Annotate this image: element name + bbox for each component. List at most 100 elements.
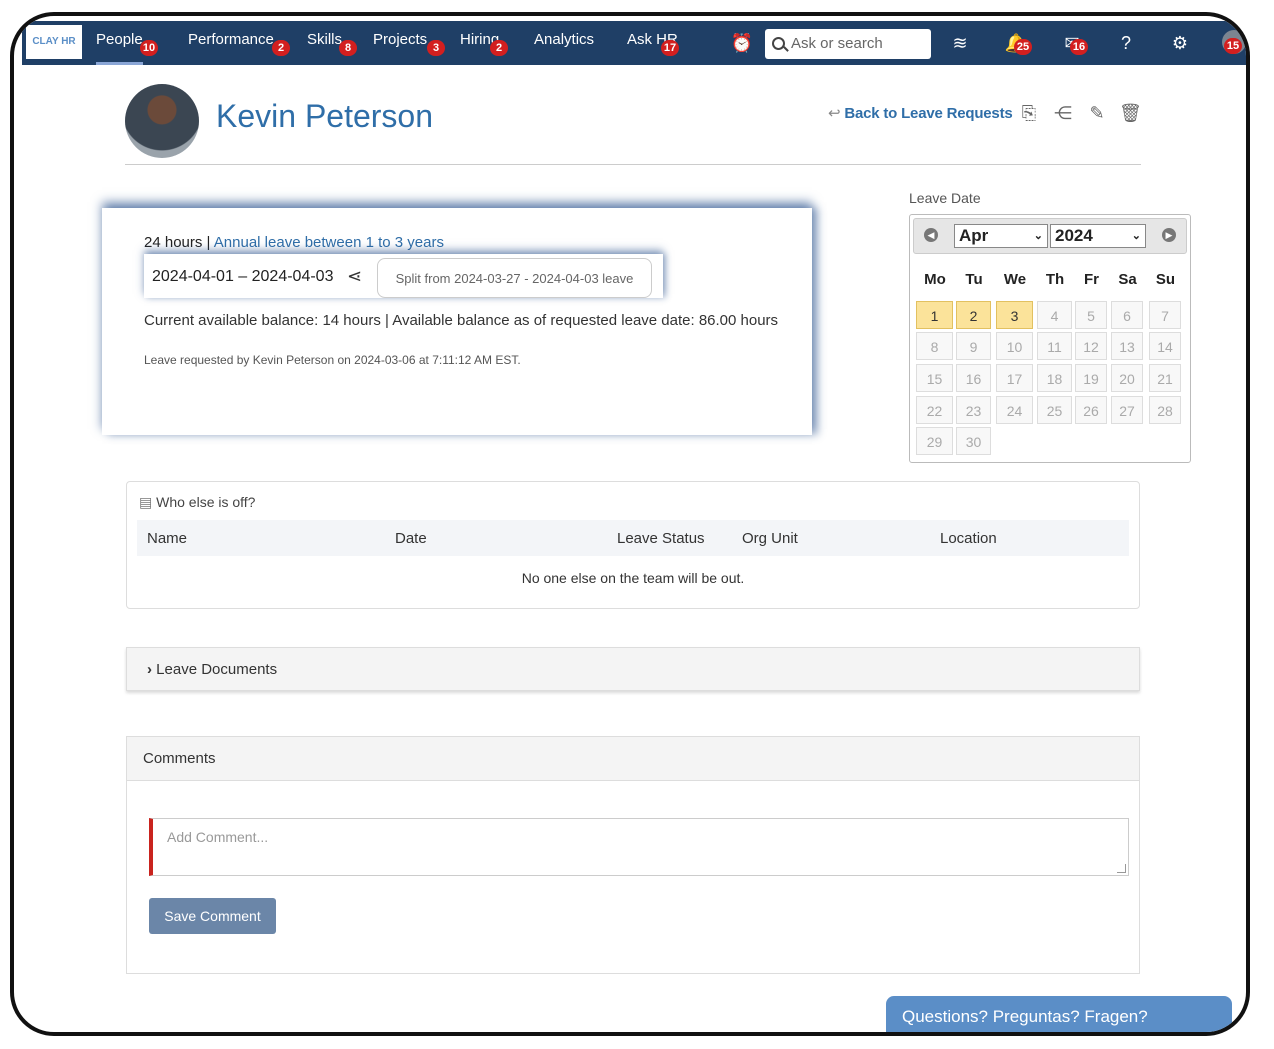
calendar-day[interactable]: 24 [996, 396, 1033, 424]
prev-month-icon[interactable]: ◀ [924, 228, 938, 242]
weekday-header: We [1003, 271, 1027, 288]
employee-name: Kevin Peterson [216, 98, 434, 134]
trash-icon[interactable]: 🗑 [1119, 102, 1142, 124]
calendar-day[interactable]: 12 [1075, 332, 1107, 360]
performance-badge: 2 [272, 40, 290, 56]
nav-skills-label: Skills [307, 31, 343, 48]
calendar-day[interactable]: 14 [1149, 332, 1181, 360]
chevron-right-icon: › [147, 661, 157, 678]
calendar-day[interactable]: 3 [996, 301, 1033, 329]
nav-hiring[interactable]: Hiring 2 [460, 21, 508, 65]
calendar-day[interactable]: 30 [956, 427, 991, 455]
calendar-day[interactable]: 15 [916, 364, 953, 392]
calendar-day[interactable]: 8 [916, 332, 953, 360]
edit-pencil-icon[interactable]: ✎ [1086, 102, 1108, 124]
leave-hours: 24 hours [144, 234, 203, 251]
column-org-unit: Org Unit [742, 530, 798, 547]
calendar-day[interactable]: 18 [1037, 364, 1072, 392]
calendar-day[interactable]: 6 [1111, 301, 1143, 329]
alarm-clock-icon[interactable]: ⏰ [730, 31, 754, 55]
calendar-day[interactable]: 13 [1111, 332, 1143, 360]
calendar-day[interactable]: 11 [1037, 332, 1072, 360]
weekday-header: Mo [924, 271, 946, 288]
projects-badge: 3 [427, 40, 445, 56]
calendar-day[interactable]: 1 [916, 301, 953, 329]
search-input[interactable]: Ask or search [765, 29, 931, 59]
share-icon[interactable]: ⋲ [1052, 102, 1074, 124]
comments-header: Comments [127, 737, 1139, 781]
leave-documents-toggle[interactable]: › Leave Documents [126, 647, 1140, 691]
who-else-off-panel: ▤ Who else is off? Name Date Leave Statu… [126, 481, 1140, 609]
weekday-header: Tu [965, 271, 983, 288]
calendar-day[interactable]: 19 [1075, 364, 1107, 392]
month-select[interactable]: Apr ⌄ [954, 224, 1048, 248]
back-to-leave-requests-link[interactable]: ↩ Back to Leave Requests [828, 104, 1013, 122]
weekday-header: Fr [1084, 271, 1099, 288]
calendar-day[interactable]: 17 [996, 364, 1033, 392]
notifications-badge: 25 [1014, 39, 1032, 55]
leave-documents-text: Leave Documents [156, 661, 278, 678]
year-select[interactable]: 2024 ⌄ [1050, 224, 1146, 248]
calendar-day[interactable]: 25 [1037, 396, 1072, 424]
leave-date-range-chip: 2024-04-01 – 2024-04-03 ⋖ Split from 202… [144, 254, 663, 298]
mail-icon[interactable]: ✉16 [1060, 31, 1088, 55]
calendar-day[interactable]: 26 [1075, 396, 1107, 424]
hiring-badge: 2 [490, 40, 508, 56]
nav-projects[interactable]: Projects 3 [373, 21, 445, 65]
split-icon[interactable]: ⋖ [347, 266, 362, 287]
search-icon [772, 37, 785, 50]
resize-handle-icon[interactable] [1117, 864, 1126, 873]
gear-icon[interactable]: ⚙ [1168, 31, 1192, 55]
calendar-day[interactable]: 7 [1149, 301, 1181, 329]
calendar-day[interactable]: 28 [1149, 396, 1181, 424]
chevron-down-icon: ⌄ [1033, 230, 1043, 242]
who-else-table-header: Name Date Leave Status Org Unit Location [137, 520, 1129, 556]
calendar-day[interactable]: 10 [996, 332, 1033, 360]
nav-projects-label: Projects [373, 31, 428, 48]
column-name: Name [147, 530, 188, 547]
leave-requested-by: Leave requested by Kevin Peterson on 202… [144, 353, 521, 367]
who-else-empty-message: No one else on the team will be out. [521, 570, 745, 586]
employee-header: Kevin Peterson ↩ Back to Leave Requests … [125, 80, 1142, 165]
calendar-day[interactable]: 9 [956, 332, 991, 360]
layers-icon[interactable]: ≋ [948, 31, 972, 55]
help-icon[interactable]: ? [1114, 31, 1138, 55]
messages-badge: 16 [1070, 39, 1088, 55]
month-value: Apr [959, 226, 989, 245]
calendar-day[interactable]: 21 [1149, 364, 1181, 392]
ask-hr-badge: 17 [661, 40, 679, 56]
calendar-day[interactable]: 27 [1111, 396, 1143, 424]
clay-hr-logo[interactable]: CLAY HR [26, 25, 82, 59]
nav-analytics[interactable]: Analytics [534, 21, 594, 65]
calendar-day[interactable]: 4 [1037, 301, 1072, 329]
skills-badge: 8 [339, 40, 357, 56]
column-location: Location [940, 530, 997, 547]
leave-type-link[interactable]: Annual leave between 1 to 3 years [214, 234, 444, 251]
who-else-title-label: Who else is off? [156, 494, 256, 510]
bell-icon[interactable]: 🔔25 [1004, 31, 1032, 55]
leave-details-card: 24 hours | Annual leave between 1 to 3 y… [102, 208, 812, 435]
nav-ask-hr[interactable]: Ask HR 17 [627, 21, 679, 65]
save-comment-button[interactable]: Save Comment [149, 898, 276, 934]
weekday-header: Sa [1118, 271, 1137, 288]
calendar-day[interactable]: 22 [916, 396, 953, 424]
search-placeholder: Ask or search [791, 35, 883, 52]
nav-people[interactable]: People 10 [96, 21, 158, 65]
calendar-day[interactable]: 2 [956, 301, 991, 329]
nav-performance[interactable]: Performance 2 [188, 21, 290, 65]
leave-date-calendar: ◀ Apr ⌄ 2024 ⌄ ▶ Mo Tu We Th Fr Sa Su 1 2 3 4 5 6 7 8 9 10… [909, 214, 1191, 463]
next-month-icon[interactable]: ▶ [1162, 228, 1176, 242]
calendar-day[interactable]: 23 [956, 396, 991, 424]
people-badge: 10 [140, 40, 158, 56]
nav-skills[interactable]: Skills 8 [307, 21, 357, 65]
help-chat-button[interactable]: Questions? Preguntas? Fragen? [886, 996, 1232, 1032]
column-date: Date [395, 530, 427, 547]
user-avatar[interactable]: 15 [1222, 30, 1246, 54]
column-leave-status: Leave Status [617, 530, 705, 547]
calendar-day[interactable]: 29 [916, 427, 953, 455]
calendar-day[interactable]: 16 [956, 364, 991, 392]
calendar-day[interactable]: 20 [1111, 364, 1143, 392]
copy-icon[interactable]: ⎘ [1018, 102, 1040, 124]
comment-input[interactable]: Add Comment... [149, 818, 1129, 876]
calendar-day[interactable]: 5 [1075, 301, 1107, 329]
